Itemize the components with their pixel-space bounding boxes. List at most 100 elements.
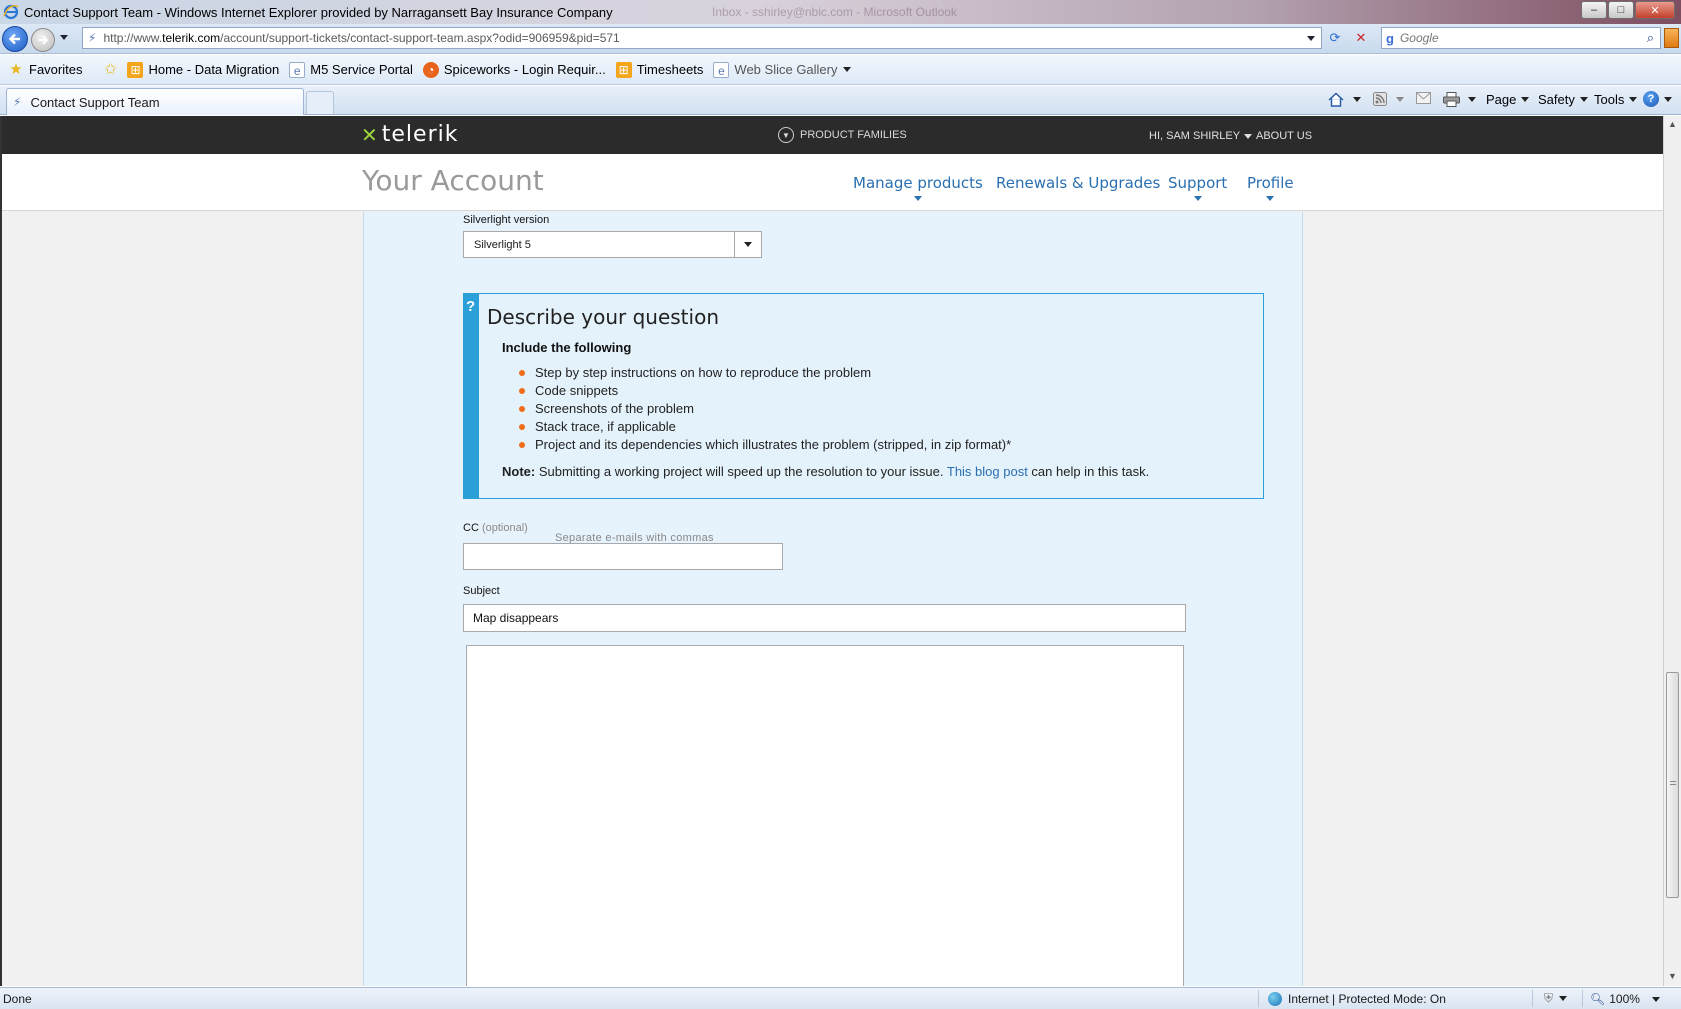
user-menu[interactable]: HI, SAM SHIRLEY	[1149, 130, 1253, 142]
page-menu[interactable]: Page	[1486, 92, 1530, 107]
scroll-up-icon[interactable]: ▲	[1668, 119, 1677, 129]
silverlight-version-label: Silverlight version	[463, 214, 550, 226]
chevron-down-icon	[1559, 996, 1568, 1001]
search-icon[interactable]: ⌕	[1647, 30, 1654, 46]
scrollbar-thumb[interactable]	[1666, 672, 1679, 898]
status-divider	[1258, 990, 1259, 1007]
search-options-button[interactable]	[1664, 28, 1679, 48]
chevron-down-icon	[1353, 97, 1361, 102]
chevron-down-icon	[1266, 196, 1275, 201]
forward-arrow-icon	[38, 35, 49, 45]
add-favorite-icon: ✩	[104, 60, 117, 78]
status-text: Done	[3, 992, 32, 1006]
description-editor[interactable]	[466, 645, 1184, 986]
scroll-down-icon[interactable]: ▼	[1668, 971, 1677, 981]
silverlight-version-select[interactable]: Silverlight 5	[463, 231, 762, 258]
support-ticket-form: Silverlight version Silverlight 5 ? Desc…	[363, 212, 1303, 986]
minimize-button[interactable]: –	[1581, 1, 1607, 19]
favorites-star-icon: ★	[9, 60, 23, 78]
zoom-control[interactable]: 🔍︎ 100%	[1590, 992, 1660, 1006]
ie-page-icon: e	[713, 61, 730, 78]
subject-input[interactable]: Map disappears	[463, 604, 1186, 632]
telerik-logo[interactable]: ✕ telerik	[361, 122, 458, 147]
nav-support[interactable]: Support	[1168, 174, 1227, 201]
feeds-button[interactable]	[1373, 92, 1404, 106]
favorites-button[interactable]: ★ Favorites	[8, 60, 82, 78]
bullet-icon	[519, 442, 525, 448]
refresh-icon: ⟳	[1329, 30, 1341, 45]
list-item: Step by step instructions on how to repr…	[519, 364, 1011, 382]
favorite-link-timesheets[interactable]: ⊞ Timesheets	[615, 61, 703, 78]
status-bar: Done Internet | Protected Mode: On ⛨ 🔍︎ …	[0, 987, 1681, 1009]
page-scrollbar[interactable]: ▲ ▼	[1663, 116, 1681, 986]
address-url[interactable]: http://www.telerik.com/account/support-t…	[103, 31, 619, 45]
chevron-down-icon: ▼	[778, 127, 794, 143]
stop-button[interactable]: ✕	[1350, 28, 1372, 48]
ie-page-icon: e	[289, 61, 306, 78]
background-window-title: Inbox - sshirley@nbic.com - Microsoft Ou…	[712, 5, 957, 19]
new-tab-button[interactable]	[306, 91, 334, 114]
security-zone[interactable]: Internet | Protected Mode: On	[1268, 992, 1446, 1006]
window-title-bar[interactable]: Contact Support Team - Windows Internet …	[0, 0, 1681, 24]
question-guidelines-box: ? Describe your question Include the fol…	[463, 293, 1264, 499]
silverlight-dropdown-button[interactable]	[734, 232, 761, 257]
recent-pages-dropdown[interactable]	[60, 35, 68, 40]
tools-menu[interactable]: Tools	[1594, 92, 1638, 107]
page-icon: ⚡	[88, 31, 97, 45]
window-title: Contact Support Team - Windows Internet …	[24, 4, 613, 20]
home-button[interactable]	[1328, 92, 1361, 107]
nav-profile[interactable]: Profile	[1247, 174, 1294, 201]
guideline-list: Step by step instructions on how to repr…	[519, 364, 1011, 454]
safety-menu[interactable]: Safety	[1538, 92, 1588, 107]
product-families-menu[interactable]: ▼ PRODUCT FAMILIES	[778, 127, 907, 143]
favorites-bar: ★ Favorites ✩ ⊞ Home - Data Migration e …	[0, 55, 1681, 85]
cc-input[interactable]	[463, 543, 783, 570]
about-us-link[interactable]: ABOUT US	[1256, 130, 1312, 142]
blog-post-link[interactable]: This blog post	[947, 464, 1028, 479]
tab-bar: ⚡ Contact Support Team Page Safety Tools…	[0, 86, 1681, 115]
home-icon	[1328, 92, 1344, 107]
cc-label: CC (optional)	[463, 522, 528, 534]
sharepoint-icon: ⊞	[615, 61, 632, 78]
bullet-icon	[519, 388, 525, 394]
favorite-link-web-slice-gallery[interactable]: e Web Slice Gallery	[713, 61, 851, 78]
close-button[interactable]: ✕	[1635, 1, 1675, 19]
bullet-icon	[519, 370, 525, 376]
status-divider	[1532, 990, 1533, 1007]
nav-renewals-upgrades[interactable]: Renewals & Upgrades	[996, 174, 1160, 192]
nav-manage-products[interactable]: Manage products	[853, 174, 983, 201]
internet-explorer-icon	[3, 4, 19, 20]
bullet-icon	[519, 424, 525, 430]
list-item: Screenshots of the problem	[519, 400, 1011, 418]
telerik-logo-icon: ✕	[361, 122, 379, 147]
favorite-link-m5-service-portal[interactable]: e M5 Service Portal	[289, 61, 413, 78]
add-to-favorites-bar-button[interactable]: ✩	[102, 60, 123, 78]
address-bar[interactable]: ⚡ http://www.telerik.com/account/support…	[82, 27, 1322, 49]
back-button[interactable]	[2, 26, 28, 52]
chevron-down-icon	[1629, 97, 1638, 102]
silverlight-version-value: Silverlight 5	[474, 238, 531, 251]
zoom-icon: 🔍︎	[1590, 992, 1606, 1006]
question-icon: ?	[466, 298, 476, 315]
shield-icon: ⛨	[1544, 991, 1554, 1005]
globe-icon	[1268, 992, 1282, 1006]
protected-mode-button[interactable]: ⛨	[1544, 991, 1568, 1006]
refresh-button[interactable]: ⟳	[1324, 28, 1346, 48]
page-viewport: ✕ telerik ▼ PRODUCT FAMILIES HI, SAM SHI…	[0, 116, 1663, 986]
print-button[interactable]	[1443, 92, 1476, 107]
forward-button[interactable]	[31, 28, 55, 52]
maximize-button[interactable]: □	[1608, 1, 1634, 19]
list-item: Project and its dependencies which illus…	[519, 436, 1011, 454]
page-icon: ⚡	[13, 95, 22, 109]
help-button[interactable]: ?	[1643, 91, 1672, 107]
read-mail-button[interactable]	[1416, 92, 1431, 104]
search-box[interactable]: g Google ⌕	[1381, 27, 1661, 49]
spiceworks-icon: ◔	[422, 61, 439, 78]
tab-contact-support-team[interactable]: ⚡ Contact Support Team	[6, 88, 304, 115]
favorite-link-home-data-migration[interactable]: ⊞ Home - Data Migration	[127, 61, 279, 78]
favorite-link-spiceworks[interactable]: ◔ Spiceworks - Login Requir...	[422, 61, 606, 78]
back-arrow-icon	[8, 33, 20, 45]
list-item: Code snippets	[519, 382, 1011, 400]
address-dropdown-icon[interactable]	[1307, 36, 1315, 41]
stop-icon: ✕	[1355, 30, 1367, 45]
